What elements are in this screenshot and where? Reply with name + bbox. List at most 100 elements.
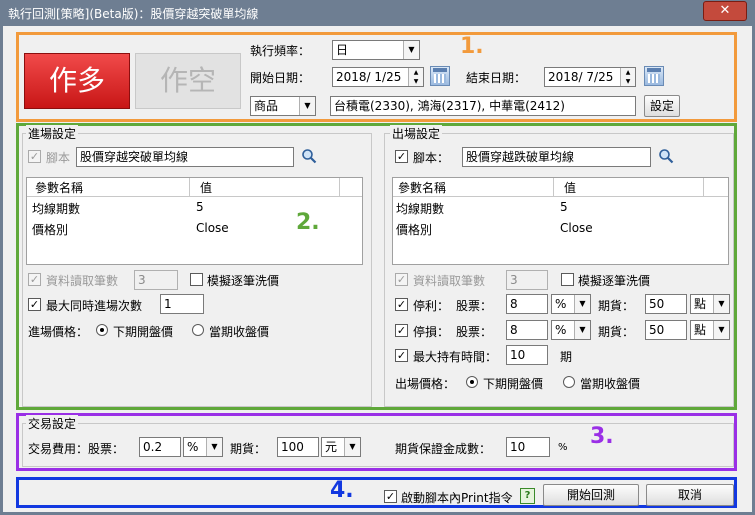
max-hold-input[interactable]: 10 bbox=[506, 345, 548, 365]
freq-select[interactable]: 日 ▼ bbox=[332, 40, 420, 60]
products-field[interactable]: 台積電(2330), 鴻海(2317), 中華電(2412) bbox=[330, 96, 636, 116]
col-divider bbox=[553, 178, 554, 196]
entry-max-entries-checkbox[interactable]: ✓ bbox=[28, 298, 41, 311]
exit-script-input[interactable]: 股價穿越跌破單均線 bbox=[462, 147, 651, 167]
fee-futures-label: 期貨： bbox=[230, 442, 267, 456]
exit-data-count-checkbox[interactable]: ✓ bbox=[395, 273, 408, 286]
entry-max-entries-input[interactable]: 1 bbox=[160, 294, 204, 314]
max-hold-checkbox[interactable]: ✓ bbox=[395, 349, 408, 362]
fee-futures-unit[interactable]: 元 ▼ bbox=[321, 437, 361, 457]
exit-data-count-label: 資料讀取筆數 bbox=[413, 274, 486, 288]
entry-data-count-value: 3 bbox=[138, 273, 146, 287]
end-date-input[interactable]: 2018/ 7/25 ▲ ▼ bbox=[544, 67, 636, 87]
entry-data-count-input[interactable]: 3 bbox=[134, 270, 178, 290]
fee-stock-unit[interactable]: % ▼ bbox=[183, 437, 223, 457]
search-icon[interactable] bbox=[658, 148, 674, 164]
entry-title: 進場設定 bbox=[26, 125, 79, 142]
exit-close-radio[interactable] bbox=[563, 376, 575, 388]
spin-icon[interactable]: ▲ ▼ bbox=[620, 68, 635, 86]
calendar-icon[interactable] bbox=[644, 66, 664, 86]
calendar-icon[interactable] bbox=[430, 66, 450, 86]
fee-label: 交易費用：股票： bbox=[28, 442, 125, 456]
start-backtest-button[interactable]: 開始回測 bbox=[543, 484, 639, 506]
stop-loss-checkbox[interactable]: ✓ bbox=[395, 324, 408, 337]
entry-max-entries-label: 最大同時進場次數 bbox=[46, 299, 143, 313]
take-profit-stock-unit[interactable]: % ▼ bbox=[551, 294, 591, 314]
stop-loss-stock-unit[interactable]: % ▼ bbox=[551, 320, 591, 340]
take-profit-futures-unit[interactable]: 點 ▼ bbox=[690, 294, 730, 314]
margin-value: 10 bbox=[510, 440, 526, 454]
short-button[interactable]: 作空 bbox=[135, 53, 241, 109]
stop-loss-stock-label: 股票： bbox=[456, 325, 493, 339]
col-divider bbox=[703, 178, 704, 196]
chevron-down-icon: ▼ bbox=[713, 321, 729, 339]
exit-script-checkbox[interactable]: ✓ bbox=[395, 150, 408, 163]
exit-param-table[interactable]: 參數名稱 值 均線期數 5 價格別 Close bbox=[392, 177, 729, 265]
stop-loss-futures-unit-value: 點 bbox=[694, 323, 707, 337]
close-button[interactable]: ✕ bbox=[703, 1, 747, 21]
exit-group bbox=[384, 133, 734, 407]
exit-data-count-input[interactable]: 3 bbox=[506, 270, 548, 290]
settings-button[interactable]: 設定 bbox=[644, 95, 680, 117]
freq-label: 執行頻率： bbox=[250, 44, 311, 58]
exit-close-label: 當期收盤價 bbox=[580, 377, 641, 391]
entry-script-input[interactable]: 股價穿越突破單均線 bbox=[76, 147, 294, 167]
entry-next-open-label: 下期開盤價 bbox=[113, 325, 174, 339]
exit-price-label: 出場價格： bbox=[395, 377, 456, 391]
chevron-down-icon: ▼ bbox=[574, 295, 590, 313]
max-hold-unit: 期 bbox=[560, 350, 573, 364]
exit-script-label: 腳本： bbox=[413, 151, 450, 165]
entry-simulate-label: 模擬逐筆洗價 bbox=[207, 274, 280, 288]
entry-row-1-name: 價格別 bbox=[32, 223, 69, 237]
print-checkbox[interactable]: ✓ bbox=[384, 490, 397, 503]
exit-next-open-label: 下期開盤價 bbox=[483, 377, 544, 391]
entry-close-radio[interactable] bbox=[192, 324, 204, 336]
take-profit-checkbox[interactable]: ✓ bbox=[395, 298, 408, 311]
exit-script-value: 股價穿越跌破單均線 bbox=[466, 150, 575, 164]
entry-row-1-value: Close bbox=[196, 221, 229, 235]
take-profit-futures-input[interactable]: 50 bbox=[645, 294, 687, 314]
stop-loss-stock-input[interactable]: 8 bbox=[506, 320, 548, 340]
stop-loss-futures-unit[interactable]: 點 ▼ bbox=[690, 320, 730, 340]
entry-script-label: 腳本 bbox=[46, 151, 71, 165]
type-select[interactable]: 商品 ▼ bbox=[250, 96, 316, 116]
entry-data-count-checkbox[interactable]: ✓ bbox=[28, 273, 41, 286]
annotation-4: 4. bbox=[330, 478, 354, 503]
end-date-value: 2018/ 7/25 bbox=[548, 70, 614, 84]
exit-col-name: 參數名稱 bbox=[398, 181, 447, 195]
start-date-value: 2018/ 1/25 bbox=[336, 70, 402, 84]
exit-title: 出場設定 bbox=[390, 125, 443, 142]
annotation-2: 2. bbox=[296, 210, 320, 235]
stop-loss-stock-unit-value: % bbox=[555, 323, 567, 337]
margin-input[interactable]: 10 bbox=[506, 437, 550, 457]
start-date-label: 開始日期： bbox=[250, 71, 311, 85]
entry-price-label: 進場價格： bbox=[28, 325, 89, 339]
long-button-label: 作多 bbox=[48, 64, 105, 97]
long-button[interactable]: 作多 bbox=[24, 53, 130, 109]
start-date-input[interactable]: 2018/ 1/25 ▲ ▼ bbox=[332, 67, 424, 87]
entry-data-count-label: 資料讀取筆數 bbox=[46, 274, 119, 288]
search-icon[interactable] bbox=[301, 148, 317, 164]
exit-next-open-radio[interactable] bbox=[466, 376, 478, 388]
entry-group bbox=[22, 133, 372, 407]
cancel-button[interactable]: 取消 bbox=[646, 484, 734, 506]
fee-futures-input[interactable]: 100 bbox=[277, 437, 319, 457]
margin-unit: % bbox=[558, 442, 568, 453]
exit-simulate-checkbox[interactable] bbox=[561, 273, 574, 286]
stop-loss-futures-label: 期貨： bbox=[598, 325, 635, 339]
stop-loss-futures-value: 50 bbox=[649, 323, 665, 337]
spin-icon[interactable]: ▲ ▼ bbox=[408, 68, 423, 86]
entry-next-open-radio[interactable] bbox=[96, 324, 108, 336]
entry-row-0-name: 均線期數 bbox=[32, 202, 81, 216]
take-profit-stock-input[interactable]: 8 bbox=[506, 294, 548, 314]
help-icon[interactable]: ? bbox=[520, 488, 535, 504]
entry-script-checkbox[interactable]: ✓ bbox=[28, 150, 41, 163]
exit-table-header: 參數名稱 值 bbox=[393, 178, 728, 197]
entry-simulate-checkbox[interactable] bbox=[190, 273, 203, 286]
stop-loss-futures-input[interactable]: 50 bbox=[645, 320, 687, 340]
fee-futures-value: 100 bbox=[281, 440, 304, 454]
chevron-down-icon: ▼ bbox=[713, 295, 729, 313]
exit-row-0-value: 5 bbox=[560, 200, 568, 214]
fee-stock-input[interactable]: 0.2 bbox=[139, 437, 181, 457]
exit-data-count-value: 3 bbox=[510, 273, 518, 287]
